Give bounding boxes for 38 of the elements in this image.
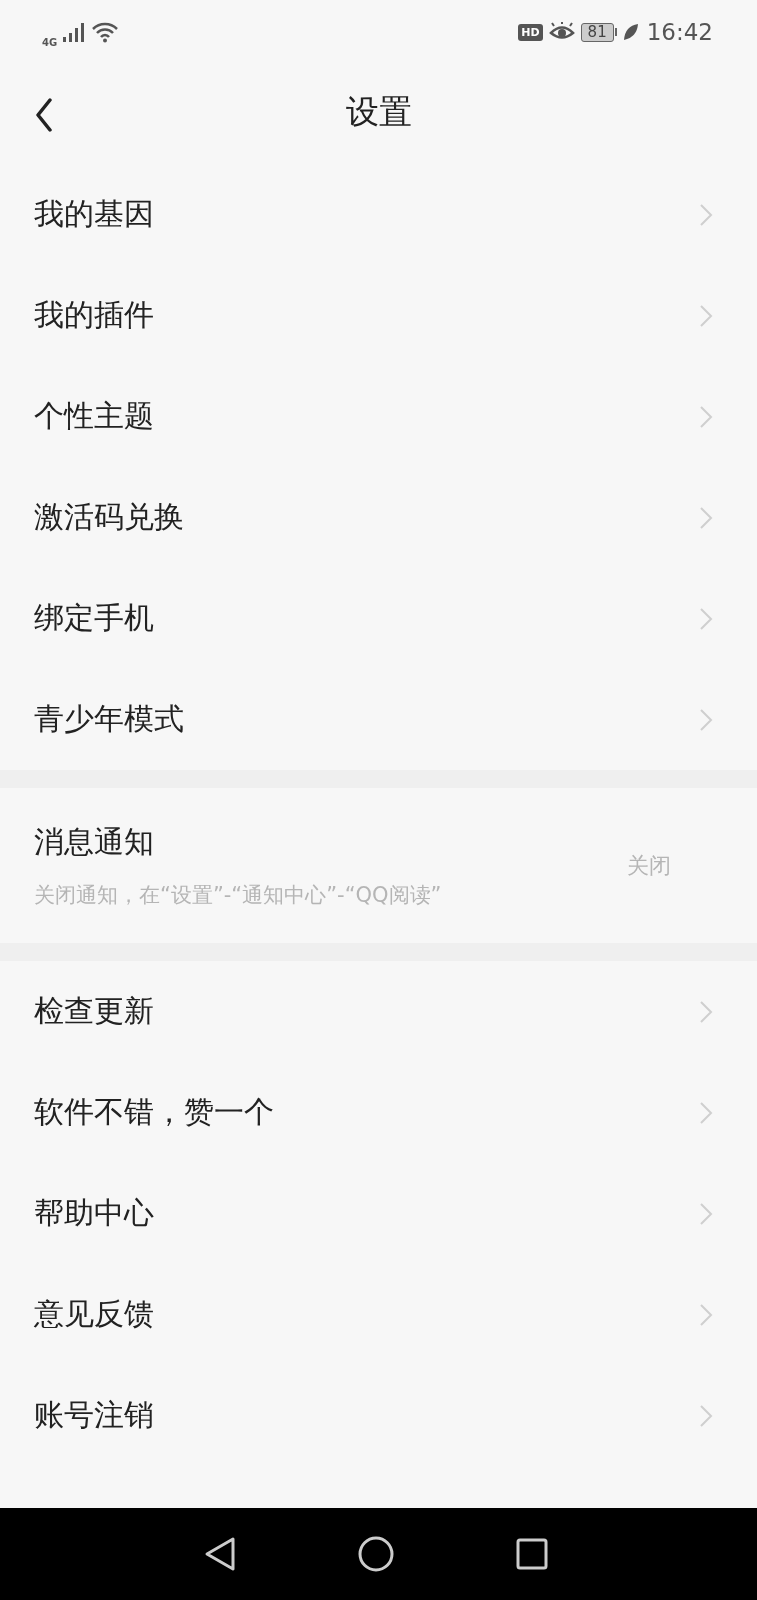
chevron-icon <box>699 404 713 429</box>
page-title: 设置 <box>345 90 412 133</box>
wifi-icon <box>91 21 120 43</box>
item-label: 检查更新 <box>34 992 155 1030</box>
leaf-icon <box>622 23 639 41</box>
home-nav-button[interactable] <box>357 1536 394 1572</box>
chevron-icon <box>699 202 713 227</box>
chevron-icon <box>699 999 713 1024</box>
item-label: 意见反馈 <box>34 1295 155 1333</box>
eye-icon <box>548 22 575 42</box>
chevron-icon <box>699 1100 713 1125</box>
network-type: 4G <box>42 36 58 48</box>
item-label: 账号注销 <box>34 1396 155 1434</box>
chevron-icon <box>699 505 713 530</box>
chevron-icon <box>699 1302 713 1327</box>
item-label: 软件不错，赞一个 <box>34 1093 275 1131</box>
chevron-icon <box>699 707 713 732</box>
item-label: 我的基因 <box>34 195 155 233</box>
item-label: 激活码兑换 <box>34 498 185 536</box>
chevron-icon <box>699 303 713 328</box>
back-nav-button[interactable] <box>203 1536 236 1572</box>
item-description: 关闭通知，在“设置”-“通知中心”-“QQ阅读” <box>34 882 443 909</box>
item-label: 消息通知 <box>34 823 155 861</box>
hd-badge: HD <box>518 23 543 41</box>
item-label: 青少年模式 <box>34 700 185 738</box>
battery-level: 81 <box>580 22 614 42</box>
chevron-icon <box>699 1403 713 1428</box>
item-label: 我的插件 <box>34 296 155 334</box>
back-icon <box>34 98 54 132</box>
item-label: 帮助中心 <box>34 1194 155 1232</box>
item-label: 个性主题 <box>34 397 155 435</box>
clock-time: 16:42 <box>646 19 713 45</box>
signal-icon <box>63 22 86 42</box>
recents-nav-button[interactable] <box>515 1538 548 1570</box>
item-label: 绑定手机 <box>34 599 155 637</box>
chevron-icon <box>699 606 713 631</box>
item-value: 关闭 <box>627 851 671 880</box>
chevron-icon <box>699 1201 713 1226</box>
